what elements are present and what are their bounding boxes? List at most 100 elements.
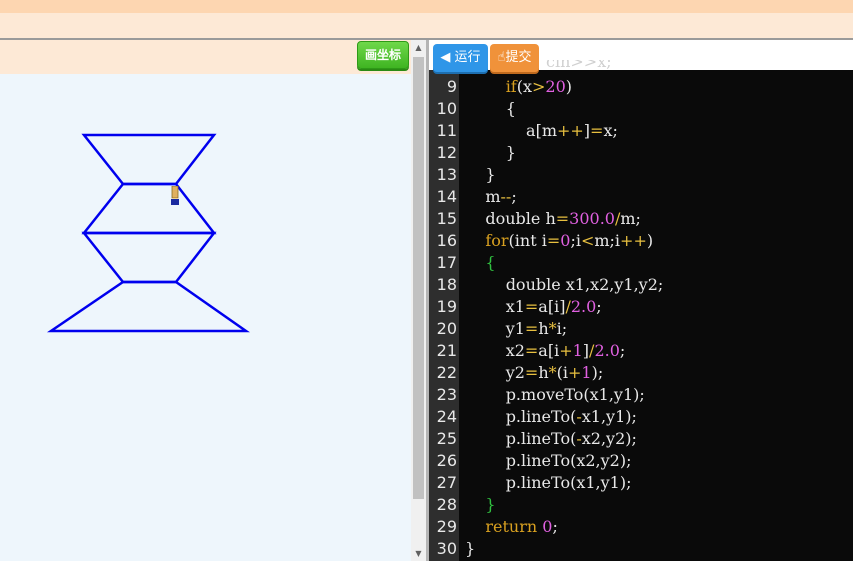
code-token: = xyxy=(546,231,561,250)
code-text: p.lineTo(-x1,y1); xyxy=(465,406,637,428)
code-token: -- xyxy=(500,187,512,206)
code-token: 300.0 xyxy=(569,209,615,228)
code-token: i; xyxy=(556,319,568,338)
line-number: 15 xyxy=(436,209,457,228)
code-line: 17 { xyxy=(429,252,853,274)
code-text: double h=300.0/m; xyxy=(465,208,641,230)
code-token: * xyxy=(548,319,557,338)
submit-label: 提交 xyxy=(505,50,532,65)
top-banner xyxy=(0,0,853,13)
scroll-up-icon[interactable]: ▲ xyxy=(411,40,426,55)
code-token: a[m xyxy=(465,121,557,140)
drawing-segment-3 xyxy=(81,231,217,284)
code-token: x2,y2); xyxy=(581,429,637,448)
draw-coordinates-button[interactable]: 画坐标 xyxy=(357,41,409,69)
code-token: } xyxy=(465,165,496,184)
code-line: 10 { xyxy=(429,98,853,120)
code-token: * xyxy=(548,363,557,382)
line-number: 10 xyxy=(436,99,457,118)
code-token: 0 xyxy=(542,517,553,536)
turtle-drawing xyxy=(46,133,250,333)
code-token: ; xyxy=(619,341,626,360)
code-token: double x1,x2,y1,y2; xyxy=(465,275,664,294)
code-line: 18 double x1,x2,y1,y2; xyxy=(429,274,853,296)
code-token: ++ xyxy=(620,231,647,250)
drawing-segment-2 xyxy=(81,182,217,235)
code-token: m xyxy=(465,187,501,206)
line-number: 9 xyxy=(446,77,457,96)
line-number: 17 xyxy=(436,253,457,272)
code-line: 23 p.moveTo(x1,y1); xyxy=(429,384,853,406)
code-line: 14 m--; xyxy=(429,186,853,208)
code-token: = xyxy=(524,363,539,382)
code-text: y1=h*i; xyxy=(465,318,567,340)
code-token: if xyxy=(505,77,517,96)
code-line: 24 p.lineTo(-x1,y1); xyxy=(429,406,853,428)
code-token: x2 xyxy=(465,341,525,360)
scrollbar-thumb[interactable] xyxy=(413,57,424,499)
code-text: } xyxy=(465,164,496,186)
code-token: 20 xyxy=(545,77,566,96)
code-token: + xyxy=(567,363,582,382)
code-token: = xyxy=(590,121,604,140)
code-line: 22 y2=h*(i+1); xyxy=(429,362,853,384)
run-button[interactable]: ◀ 运行 xyxy=(433,44,488,72)
code-token: < xyxy=(580,231,595,250)
code-token: return xyxy=(485,517,538,536)
line-number: 25 xyxy=(436,429,457,448)
code-editor[interactable]: 9 if(x>20) 10 {11 a[m++]=x; 12 } 13 } 14 m--… xyxy=(429,70,853,561)
code-token: ); xyxy=(591,363,604,382)
code-token: } xyxy=(465,539,476,558)
code-token: { xyxy=(465,99,516,118)
code-token: ; xyxy=(596,297,602,316)
code-token: ; xyxy=(511,187,517,206)
code-text: } xyxy=(465,142,516,164)
code-text: p.lineTo(-x2,y2); xyxy=(465,428,637,450)
code-line: 11 a[m++]=x; xyxy=(429,120,853,142)
scroll-down-icon[interactable]: ▼ xyxy=(411,546,426,561)
canvas-toolbar xyxy=(0,40,411,74)
line-number: 11 xyxy=(436,121,457,140)
code-line: 19 x1=a[i]/2.0; xyxy=(429,296,853,318)
code-token: + xyxy=(559,341,573,360)
code-line: 21 x2=a[i+1]/2.0; xyxy=(429,340,853,362)
code-line: 27 p.lineTo(x1,y1); xyxy=(429,472,853,494)
code-text: p.lineTo(x1,y1); xyxy=(465,472,632,494)
code-token: 2.0 xyxy=(594,341,620,360)
code-line: 12 } xyxy=(429,142,853,164)
code-token: = xyxy=(555,209,570,228)
code-text: a[m++]=x; xyxy=(465,120,618,142)
code-lines: 9 if(x>20) 10 {11 a[m++]=x; 12 } 13 } 14 m--… xyxy=(429,76,853,560)
line-number: 21 xyxy=(436,341,457,360)
code-token: } xyxy=(485,495,496,514)
code-token: x1 xyxy=(465,297,525,316)
code-token: y2 xyxy=(465,363,525,382)
code-line: 16 for(int i=0;i<m;i++) xyxy=(429,230,853,252)
code-token: (x xyxy=(516,77,532,96)
submit-button[interactable]: ☝提交 xyxy=(490,44,539,72)
drawing-segment-1 xyxy=(81,133,217,186)
code-token: { xyxy=(485,253,496,272)
code-token: (i xyxy=(556,363,568,382)
code-token: p.lineTo( xyxy=(465,429,577,448)
code-line: 28 } xyxy=(429,494,853,516)
left-panel-scrollbar[interactable]: ▲ ▼ xyxy=(411,40,426,561)
code-token: } xyxy=(465,143,516,162)
code-text: } xyxy=(465,538,475,560)
code-token: y1 xyxy=(465,319,525,338)
code-token: > xyxy=(532,77,546,96)
code-token: (int i xyxy=(508,231,547,250)
code-token: a[i] xyxy=(538,297,566,316)
top-toolbar xyxy=(0,13,853,38)
code-token: ) xyxy=(565,77,573,96)
code-line: 15 double h=300.0/m; xyxy=(429,208,853,230)
code-token: = xyxy=(524,297,539,316)
code-line: 26 p.lineTo(x2,y2); xyxy=(429,450,853,472)
code-line: 30} xyxy=(429,538,853,560)
code-text: x1=a[i]/2.0; xyxy=(465,296,602,318)
code-text: y2=h*(i+1); xyxy=(465,362,604,384)
